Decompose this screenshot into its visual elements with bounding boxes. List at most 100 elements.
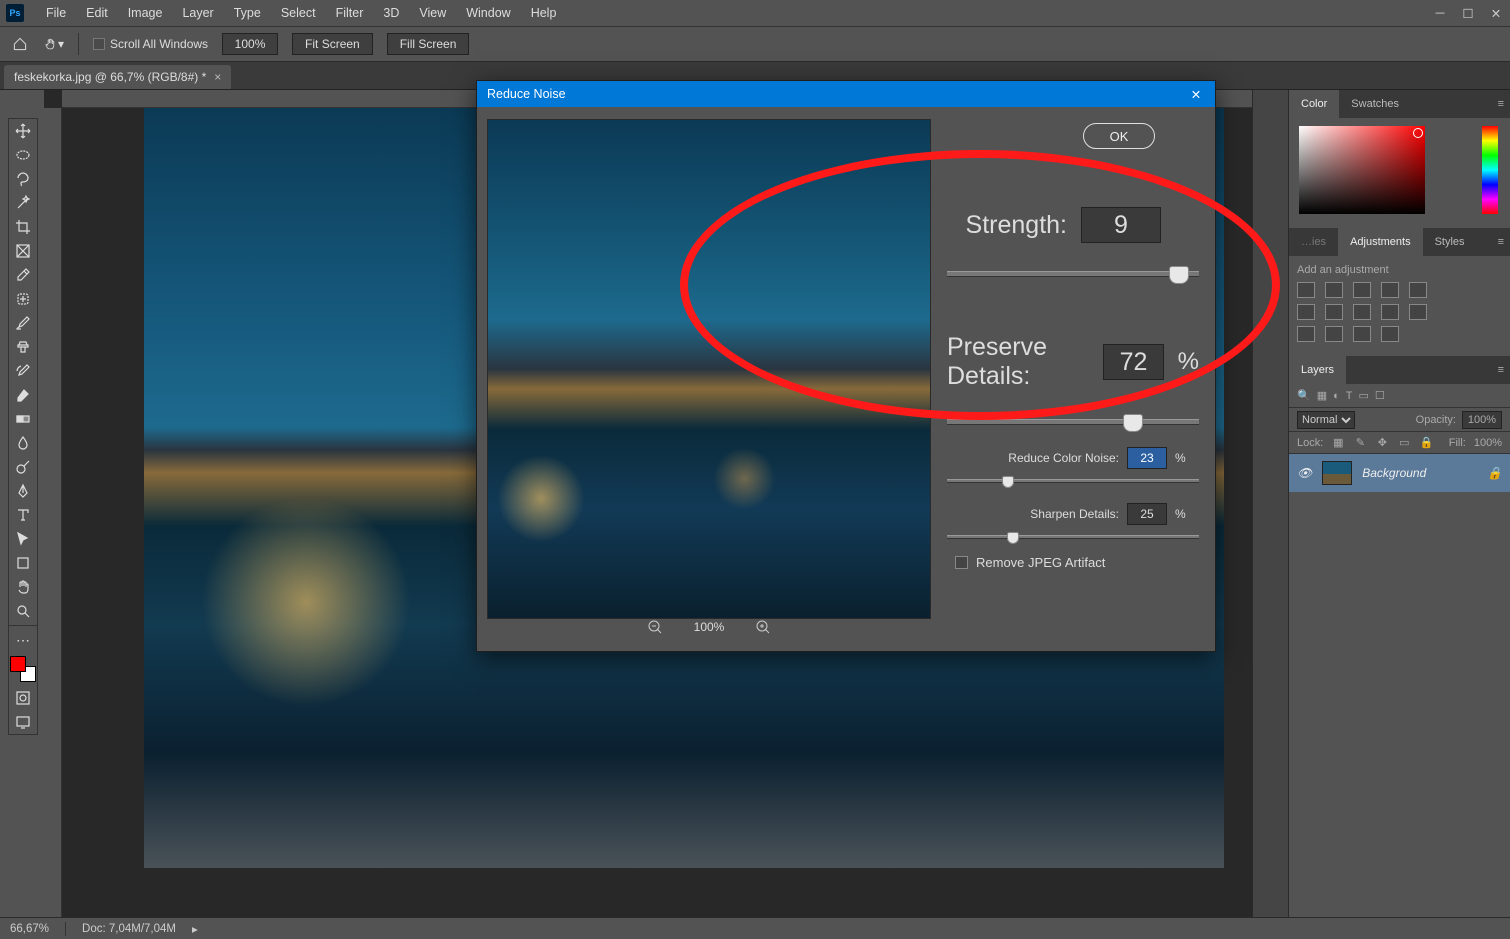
healing-brush-tool-icon[interactable] (9, 287, 37, 311)
hue-sat-icon[interactable] (1297, 304, 1315, 320)
dodge-tool-icon[interactable] (9, 455, 37, 479)
scroll-all-windows-checkbox[interactable]: Scroll All Windows (93, 37, 208, 51)
vertical-ruler[interactable] (44, 108, 62, 917)
close-window-button[interactable]: ✕ (1482, 3, 1510, 23)
home-icon[interactable] (10, 34, 30, 54)
color-field[interactable] (1299, 126, 1425, 214)
reduce-color-noise-slider[interactable] (947, 479, 1199, 483)
tab-layers[interactable]: Layers (1289, 356, 1346, 384)
bw-icon[interactable] (1353, 304, 1371, 320)
fill-field[interactable]: 100% (1474, 437, 1502, 449)
blur-tool-icon[interactable] (9, 431, 37, 455)
eraser-tool-icon[interactable] (9, 383, 37, 407)
filter-kind-icon[interactable]: 🔍 (1297, 389, 1311, 402)
dialog-close-button[interactable]: ✕ (1187, 87, 1205, 102)
menu-image[interactable]: Image (118, 2, 173, 24)
channel-mixer-icon[interactable] (1409, 304, 1427, 320)
menu-type[interactable]: Type (224, 2, 271, 24)
menu-window[interactable]: Window (456, 2, 520, 24)
minimize-button[interactable]: ─ (1426, 3, 1454, 23)
hand-tool-icon-2[interactable] (9, 575, 37, 599)
menu-view[interactable]: View (409, 2, 456, 24)
foreground-color-swatch[interactable] (10, 656, 26, 672)
quick-mask-icon[interactable] (9, 686, 37, 710)
zoom-field[interactable]: 100% (222, 33, 278, 55)
color-swatches[interactable] (10, 656, 36, 682)
exposure-icon[interactable] (1381, 282, 1399, 298)
lasso-tool-icon[interactable] (9, 167, 37, 191)
color-picker-indicator[interactable] (1413, 128, 1423, 138)
strength-slider[interactable] (947, 271, 1199, 277)
filter-type-icon[interactable]: T (1346, 390, 1353, 402)
ok-button[interactable]: OK (1083, 123, 1155, 149)
lock-image-icon[interactable]: ✎ (1353, 436, 1367, 450)
sharpen-details-field[interactable]: 25 (1127, 503, 1167, 525)
dialog-preview[interactable] (487, 119, 931, 619)
close-tab-icon[interactable]: × (214, 70, 221, 84)
pen-tool-icon[interactable] (9, 479, 37, 503)
panel-menu-icon[interactable]: ≡ (1498, 98, 1510, 110)
photo-filter-icon[interactable] (1381, 304, 1399, 320)
magic-wand-tool-icon[interactable] (9, 191, 37, 215)
color-balance-icon[interactable] (1325, 304, 1343, 320)
clone-stamp-tool-icon[interactable] (9, 335, 37, 359)
panel-menu-icon-2[interactable]: ≡ (1498, 236, 1510, 248)
menu-file[interactable]: File (36, 2, 76, 24)
tab-color[interactable]: Color (1289, 90, 1339, 118)
preserve-details-field[interactable]: 72 (1103, 344, 1163, 380)
lock-position-icon[interactable]: ✥ (1375, 436, 1389, 450)
filter-smart-icon[interactable]: ☐ (1375, 389, 1385, 402)
reduce-color-noise-field[interactable]: 23 (1127, 447, 1167, 469)
edit-toolbar-icon[interactable]: ⋯ (9, 628, 37, 652)
tab-styles[interactable]: Styles (1423, 228, 1477, 256)
dialog-titlebar[interactable]: Reduce Noise ✕ (477, 81, 1215, 107)
collapsed-panel-dock[interactable] (1252, 90, 1288, 917)
preserve-details-slider[interactable] (947, 419, 1199, 425)
fill-screen-button[interactable]: Fill Screen (387, 33, 470, 55)
document-tab[interactable]: feskekorka.jpg @ 66,7% (RGB/8#) * × (4, 65, 231, 89)
move-tool-icon[interactable] (9, 119, 37, 143)
levels-icon[interactable] (1325, 282, 1343, 298)
remove-jpeg-artifact-checkbox[interactable]: Remove JPEG Artifact (955, 555, 1105, 570)
shape-tool-icon[interactable] (9, 551, 37, 575)
menu-edit[interactable]: Edit (76, 2, 118, 24)
gradient-tool-icon[interactable] (9, 407, 37, 431)
hue-slider[interactable] (1482, 126, 1498, 214)
marquee-tool-icon[interactable] (9, 143, 37, 167)
threshold-icon[interactable] (1353, 326, 1371, 342)
gradient-map-icon[interactable] (1381, 326, 1399, 342)
status-zoom[interactable]: 66,67% (10, 923, 49, 935)
layer-thumbnail[interactable] (1322, 461, 1352, 485)
menu-filter[interactable]: Filter (326, 2, 374, 24)
panel-menu-icon-3[interactable]: ≡ (1498, 364, 1510, 376)
layer-row-background[interactable]: 👁 Background 🔒 (1289, 454, 1510, 492)
strength-value-field[interactable]: 9 (1081, 207, 1161, 243)
menu-select[interactable]: Select (271, 2, 326, 24)
maximize-button[interactable]: ☐ (1454, 3, 1482, 23)
status-doc-info[interactable]: Doc: 7,04M/7,04M (82, 923, 176, 935)
tab-adjustments[interactable]: Adjustments (1338, 228, 1423, 256)
menu-layer[interactable]: Layer (172, 2, 223, 24)
fit-screen-button[interactable]: Fit Screen (292, 33, 373, 55)
brush-tool-icon[interactable] (9, 311, 37, 335)
screen-mode-icon[interactable] (9, 710, 37, 734)
status-chevron-icon[interactable]: ▸ (192, 922, 198, 936)
path-selection-tool-icon[interactable] (9, 527, 37, 551)
lock-all-icon[interactable]: 🔒 (1419, 436, 1433, 450)
zoom-tool-icon[interactable] (9, 599, 37, 623)
hand-tool-icon[interactable]: ▾ (44, 34, 64, 54)
history-brush-tool-icon[interactable] (9, 359, 37, 383)
lock-artboard-icon[interactable]: ▭ (1397, 436, 1411, 450)
zoom-in-icon[interactable] (754, 618, 772, 636)
zoom-out-icon[interactable] (646, 618, 664, 636)
filter-shape-icon[interactable]: ▭ (1359, 389, 1369, 402)
brightness-contrast-icon[interactable] (1297, 282, 1315, 298)
visibility-eye-icon[interactable]: 👁 (1297, 466, 1312, 480)
type-tool-icon[interactable] (9, 503, 37, 527)
filter-pixel-icon[interactable]: ▦ (1317, 389, 1327, 402)
frame-tool-icon[interactable] (9, 239, 37, 263)
opacity-field[interactable]: 100% (1462, 411, 1502, 429)
menu-3d[interactable]: 3D (373, 2, 409, 24)
vibrance-icon[interactable] (1409, 282, 1427, 298)
sharpen-details-slider[interactable] (947, 535, 1199, 539)
